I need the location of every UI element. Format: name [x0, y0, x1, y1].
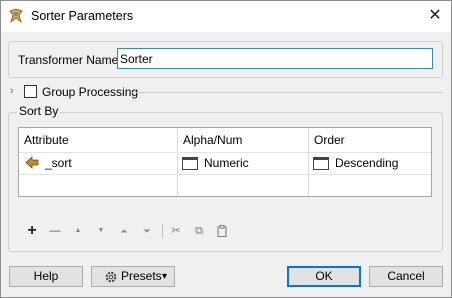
move-down-button[interactable]: ▼ — [91, 222, 111, 240]
column-header-alpha-num[interactable]: Alpha/Num — [178, 128, 308, 152]
sorter-app-icon — [9, 8, 23, 24]
group-processing-checkbox[interactable] — [24, 85, 37, 98]
minus-icon: — — [49, 225, 61, 237]
attribute-value: _sort — [45, 156, 72, 170]
sort-by-label: Sort By — [17, 104, 61, 118]
move-top-icon: ⏶ — [120, 226, 128, 236]
sort-by-table: Attribute Alpha/Num Order _sort Numeric … — [18, 127, 432, 197]
copy-icon: ⧉ — [195, 225, 203, 237]
divider — [132, 92, 443, 93]
help-button[interactable]: Help — [9, 266, 83, 287]
row-divider — [19, 174, 431, 175]
order-value: Descending — [335, 156, 399, 170]
move-top-button[interactable]: ⏶ — [114, 222, 134, 240]
arrow-up-icon: ▲ — [74, 227, 82, 234]
list-icon — [313, 157, 329, 170]
move-bottom-button[interactable]: ⏷ — [137, 222, 157, 240]
cancel-button[interactable]: Cancel — [369, 266, 443, 287]
table-cell-attribute[interactable]: _sort — [19, 152, 177, 174]
transformer-name-input[interactable] — [117, 48, 433, 69]
attribute-arrow-icon — [25, 156, 39, 169]
presets-button[interactable]: Presets ▾ — [91, 266, 175, 287]
chevron-right-icon[interactable]: › — [10, 85, 14, 97]
transformer-name-label: Transformer Name: — [18, 53, 122, 67]
alpha-num-value: Numeric — [204, 156, 249, 170]
move-up-button[interactable]: ▲ — [68, 222, 88, 240]
close-button[interactable]: ✕ — [420, 3, 450, 29]
clipboard-icon — [217, 225, 227, 237]
gear-icon — [105, 271, 117, 283]
list-icon — [182, 157, 198, 170]
scissors-icon: ✂ — [171, 225, 181, 237]
plus-icon: + — [27, 222, 37, 239]
cut-button[interactable]: ✂ — [166, 222, 186, 240]
presets-label: Presets — [121, 269, 162, 283]
toolbar-divider — [162, 224, 163, 238]
ok-button[interactable]: OK — [287, 266, 361, 287]
close-icon: ✕ — [428, 7, 442, 24]
copy-button[interactable]: ⧉ — [189, 222, 209, 240]
group-processing-label: Group Processing — [42, 85, 139, 99]
move-bottom-icon: ⏷ — [143, 226, 151, 236]
column-header-attribute[interactable]: Attribute — [19, 128, 177, 152]
add-row-button[interactable]: + — [22, 222, 42, 240]
window-title: Sorter Parameters — [31, 9, 134, 23]
table-cell-order[interactable]: Descending — [309, 152, 431, 174]
remove-row-button[interactable]: — — [45, 222, 65, 240]
arrow-down-icon: ▼ — [97, 227, 105, 234]
paste-button[interactable] — [212, 222, 232, 240]
title-bar: Sorter Parameters ✕ — [0, 0, 452, 32]
column-header-order[interactable]: Order — [309, 128, 431, 152]
table-cell-alpha-num[interactable]: Numeric — [178, 152, 308, 174]
dropdown-caret-icon: ▾ — [162, 271, 168, 282]
